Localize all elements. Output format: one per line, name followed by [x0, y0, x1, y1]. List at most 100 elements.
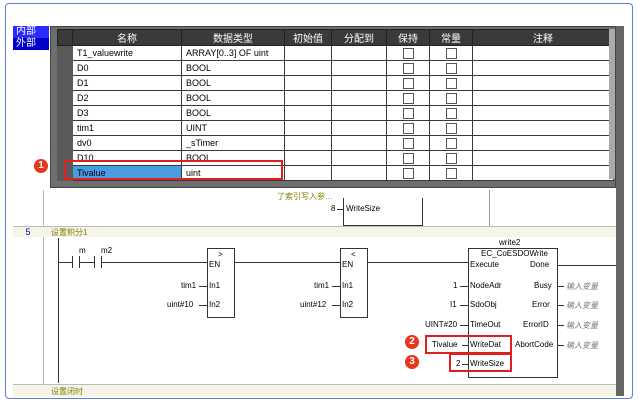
gt-in2-value[interactable]: uint#10 [167, 300, 193, 309]
var-assigned[interactable] [331, 165, 387, 181]
retain-checkbox[interactable] [402, 77, 414, 89]
var-name[interactable]: D1 [72, 75, 182, 91]
row-handle[interactable] [57, 120, 73, 136]
retain-checkbox[interactable] [402, 167, 414, 179]
col-assigned[interactable]: 分配到 [331, 29, 387, 46]
rung-comment[interactable]: 设置积分1 [51, 227, 87, 238]
fb-out-busy[interactable]: 输入变量 [566, 281, 598, 292]
col-comment[interactable]: 注释 [472, 29, 614, 46]
lt-in2-value[interactable]: uint#12 [300, 300, 326, 309]
var-name[interactable]: tim1 [72, 120, 182, 136]
row-handle[interactable] [57, 135, 73, 151]
retain-checkbox[interactable] [402, 152, 414, 164]
var-comment[interactable] [472, 60, 614, 76]
var-initial[interactable] [284, 75, 332, 91]
constant-checkbox[interactable] [445, 107, 457, 119]
var-assigned[interactable] [331, 150, 387, 166]
var-comment[interactable] [472, 75, 614, 91]
var-comment[interactable] [472, 90, 614, 106]
constant-checkbox[interactable] [445, 77, 457, 89]
table-row[interactable]: T1_valuewrite ARRAY[0..3] OF uint [57, 45, 614, 61]
constant-checkbox[interactable] [445, 47, 457, 59]
var-type[interactable]: ARRAY[0..3] OF uint [181, 45, 285, 61]
var-type[interactable]: BOOL [181, 105, 285, 121]
var-comment[interactable] [472, 165, 614, 181]
retain-checkbox[interactable] [402, 92, 414, 104]
var-type[interactable]: BOOL [181, 75, 285, 91]
var-assigned[interactable] [331, 135, 387, 151]
var-comment[interactable] [472, 105, 614, 121]
var-comment[interactable] [472, 120, 614, 136]
col-retain[interactable]: 保持 [386, 29, 430, 46]
row-handle[interactable] [57, 105, 73, 121]
var-initial[interactable] [284, 45, 332, 61]
contact-m2-left[interactable] [94, 256, 95, 268]
tab-external[interactable]: 外部 [13, 38, 49, 50]
var-initial[interactable] [284, 150, 332, 166]
col-datatype[interactable]: 数据类型 [181, 29, 285, 46]
col-name[interactable]: 名称 [72, 29, 182, 46]
var-name[interactable]: D0 [72, 60, 182, 76]
next-rung-comment[interactable]: 设置闭时 [51, 386, 83, 397]
table-row[interactable]: dv0 _sTimer [57, 135, 614, 151]
var-initial[interactable] [284, 165, 332, 181]
fb-out-error[interactable]: 输入变量 [566, 300, 598, 311]
table-row[interactable]: D0 BOOL [57, 60, 614, 76]
var-initial[interactable] [284, 105, 332, 121]
var-type[interactable]: BOOL [181, 60, 285, 76]
var-name[interactable]: D2 [72, 90, 182, 106]
var-initial[interactable] [284, 90, 332, 106]
var-assigned[interactable] [331, 90, 387, 106]
retain-checkbox[interactable] [402, 62, 414, 74]
fb-instance-name[interactable]: write2 [499, 238, 520, 247]
var-name[interactable]: T1_valuewrite [72, 45, 182, 61]
col-constant[interactable]: 常量 [429, 29, 473, 46]
var-comment[interactable] [472, 150, 614, 166]
retain-checkbox[interactable] [402, 107, 414, 119]
var-assigned[interactable] [331, 75, 387, 91]
constant-checkbox[interactable] [445, 137, 457, 149]
retain-checkbox[interactable] [402, 47, 414, 59]
lt-in1-value[interactable]: tim1 [314, 281, 329, 290]
var-assigned[interactable] [331, 105, 387, 121]
var-initial[interactable] [284, 135, 332, 151]
constant-checkbox[interactable] [445, 122, 457, 134]
table-row[interactable]: D2 BOOL [57, 90, 614, 106]
var-comment[interactable] [472, 135, 614, 151]
retain-checkbox[interactable] [402, 122, 414, 134]
var-type[interactable]: BOOL [181, 90, 285, 106]
row-handle[interactable] [57, 60, 73, 76]
constant-checkbox[interactable] [445, 167, 457, 179]
fb-val-nodeadr[interactable]: 1 [453, 281, 457, 290]
var-assigned[interactable] [331, 45, 387, 61]
var-initial[interactable] [284, 120, 332, 136]
row-handle[interactable] [57, 45, 73, 61]
constant-checkbox[interactable] [445, 152, 457, 164]
constant-checkbox[interactable] [445, 92, 457, 104]
tab-internal[interactable]: 内部 [13, 26, 49, 38]
retain-checkbox[interactable] [402, 137, 414, 149]
var-type[interactable]: _sTimer [181, 135, 285, 151]
fb-out-abortcode[interactable]: 输入变量 [566, 340, 598, 351]
fb-val-timeout[interactable]: UINT#20 [425, 320, 457, 329]
row-handle[interactable] [57, 90, 73, 106]
var-assigned[interactable] [331, 60, 387, 76]
editor-scrollbar[interactable] [616, 26, 624, 396]
var-assigned[interactable] [331, 120, 387, 136]
table-row[interactable]: tim1 UINT [57, 120, 614, 136]
var-name[interactable]: dv0 [72, 135, 182, 151]
fb-val-sdoobj[interactable]: I1 [450, 300, 457, 309]
var-comment[interactable] [472, 45, 614, 61]
var-type[interactable]: UINT [181, 120, 285, 136]
col-initial[interactable]: 初始值 [284, 29, 332, 46]
table-row[interactable]: D1 BOOL [57, 75, 614, 91]
constant-checkbox[interactable] [445, 62, 457, 74]
fb-out-errorid[interactable]: 输入变量 [566, 320, 598, 331]
table-scrollbar[interactable] [609, 29, 615, 179]
gt-in1-value[interactable]: tim1 [181, 281, 196, 290]
table-row[interactable]: D3 BOOL [57, 105, 614, 121]
contact-m-left[interactable] [72, 256, 73, 268]
var-initial[interactable] [284, 60, 332, 76]
var-name[interactable]: D3 [72, 105, 182, 121]
row-handle[interactable] [57, 75, 73, 91]
